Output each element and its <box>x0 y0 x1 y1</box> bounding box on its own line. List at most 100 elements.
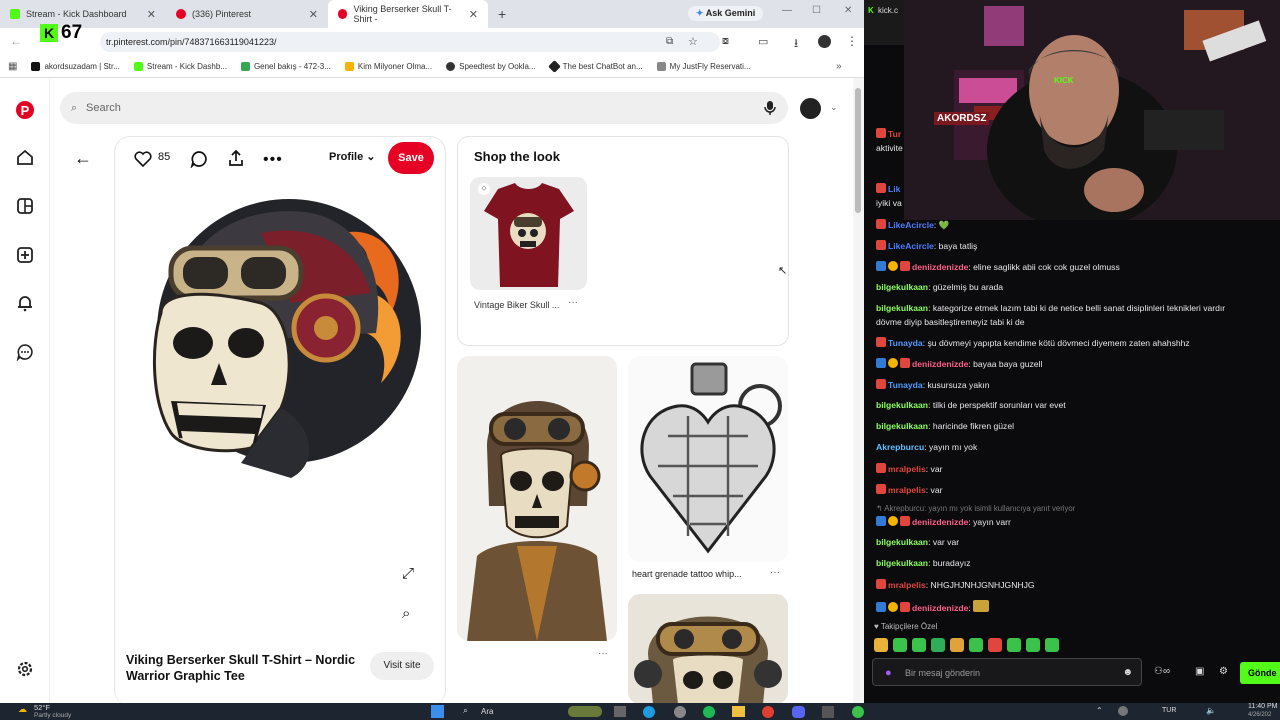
bookmark-item[interactable]: Kim Milyoner Olma... <box>344 62 432 71</box>
task-view-icon[interactable] <box>614 706 626 717</box>
bookmark-item[interactable]: Stream - Kick Dashb... <box>133 62 227 71</box>
messages-icon[interactable] <box>16 343 34 361</box>
app-icon[interactable] <box>674 706 686 718</box>
related-pin-skull-headphones[interactable] <box>628 594 788 703</box>
star-icon[interactable]: ☆ <box>688 35 698 48</box>
clock-time[interactable]: 11:40 PM <box>1248 703 1277 710</box>
chat-username[interactable]: Lik <box>888 184 900 194</box>
emote-icon[interactable] <box>1026 638 1040 652</box>
minimize-icon[interactable]: — <box>782 5 792 16</box>
related-pin-heart-grenade[interactable] <box>628 356 788 562</box>
search-input[interactable]: ⌕ Search <box>60 92 788 124</box>
app-icon[interactable] <box>822 706 834 718</box>
chat-username[interactable]: deniizdenizde <box>912 359 968 369</box>
url-field[interactable]: tr.pinterest.com/pin/748371663119041223/ <box>100 32 720 52</box>
emote-icon[interactable] <box>893 638 907 652</box>
emote-icon[interactable] <box>931 638 945 652</box>
emote-icon[interactable] <box>1045 638 1059 652</box>
home-icon[interactable] <box>16 148 34 166</box>
bookmark-item[interactable]: The best ChatBot an... <box>547 60 643 73</box>
file-explorer-icon[interactable] <box>732 706 745 717</box>
emote-icon[interactable] <box>988 638 1002 652</box>
emote-icon[interactable] <box>1007 638 1021 652</box>
more-options-icon[interactable]: ··· <box>770 567 780 578</box>
tray-icon[interactable] <box>1118 706 1128 716</box>
chat-username[interactable]: Tunayda <box>888 380 923 390</box>
chevron-up-icon[interactable]: ⌃ <box>1096 706 1103 715</box>
profile-dropdown[interactable]: Profile ⌄ <box>329 150 376 163</box>
visit-site-button[interactable]: Visit site <box>370 652 434 680</box>
chat-username[interactable]: bilgekulkaan <box>876 282 928 292</box>
store-icon[interactable]: ▣ <box>1195 666 1204 677</box>
chat-username[interactable]: bilgekulkaan <box>876 400 928 410</box>
send-message-button[interactable]: Gönde <box>1240 662 1280 684</box>
chrome-icon[interactable] <box>762 706 774 718</box>
settings-gear-icon[interactable]: ⚙ <box>1219 666 1228 677</box>
discord-icon[interactable] <box>792 706 805 718</box>
related-pin-skull-pilot[interactable] <box>457 356 617 641</box>
cast-icon[interactable]: ▭ <box>758 35 768 48</box>
back-icon[interactable]: ← <box>10 34 22 48</box>
pinterest-logo-icon[interactable]: P <box>15 100 35 120</box>
chat-username[interactable]: deniizdenizde <box>912 603 968 613</box>
chat-username[interactable]: deniizdenizde <box>912 517 968 527</box>
scrollbar-thumb[interactable] <box>855 88 861 213</box>
more-bookmarks-icon[interactable]: » <box>836 61 842 72</box>
microphone-icon[interactable] <box>764 100 776 116</box>
chat-username[interactable]: Tunayda <box>888 338 923 348</box>
tab-kick-dashboard[interactable]: Stream - Kick Dashboard ✕ <box>0 0 166 28</box>
product-image-tshirt[interactable]: ⬦ <box>470 177 587 290</box>
tab-pinterest[interactable]: (336) Pinterest ✕ <box>166 0 328 28</box>
chat-username[interactable]: deniizdenizde <box>912 262 968 272</box>
share-icon[interactable] <box>228 149 244 167</box>
chat-tools-icon[interactable]: ⚇∞ <box>1154 666 1170 677</box>
tab-viking-skull[interactable]: Viking Berserker Skull T-Shirt - ✕ <box>328 0 488 28</box>
close-icon[interactable]: ✕ <box>147 8 156 21</box>
menu-icon[interactable]: ⋮ <box>846 34 858 48</box>
chat-username[interactable]: mralpelis <box>888 580 926 590</box>
spotify-icon[interactable] <box>703 706 715 718</box>
more-options-icon[interactable]: ••• <box>263 151 283 169</box>
chat-username[interactable]: bilgekulkaan <box>876 537 928 547</box>
chat-username[interactable]: bilgekulkaan <box>876 421 928 431</box>
close-window-icon[interactable]: ✕ <box>844 5 852 16</box>
emoji-icon[interactable]: ☻ <box>1122 659 1133 687</box>
emote-icon[interactable] <box>950 638 964 652</box>
ask-gemini-button[interactable]: ✦ Ask Gemini <box>688 6 764 21</box>
explore-icon[interactable] <box>16 197 34 215</box>
new-tab-button[interactable]: + <box>488 6 516 22</box>
product-label[interactable]: Vintage Biker Skull ... <box>474 300 559 310</box>
more-options-icon[interactable]: ··· <box>568 297 578 308</box>
chat-username[interactable]: Akrepburcu <box>876 442 924 452</box>
chat-username[interactable]: bilgekulkaan <box>876 303 928 313</box>
apps-icon[interactable]: ▦ <box>8 61 17 72</box>
comment-icon[interactable] <box>190 150 208 168</box>
weather-temp[interactable]: 52°F <box>34 703 50 712</box>
profile-avatar[interactable] <box>818 35 831 48</box>
visual-search-icon[interactable]: ⌕ <box>402 605 410 622</box>
emote-icon[interactable] <box>874 638 888 652</box>
heart-icon[interactable] <box>134 151 152 167</box>
widget-icon[interactable] <box>568 706 602 717</box>
install-icon[interactable]: ⧉ <box>666 36 673 47</box>
maximize-icon[interactable]: ☐ <box>812 5 821 16</box>
download-icon[interactable]: ⭳ <box>794 34 798 55</box>
bookmark-item[interactable]: Genel bakış - 472-3... <box>240 62 331 71</box>
taskbar-search-label[interactable]: Ara <box>481 707 493 716</box>
bookmark-item[interactable]: akordsuzadam | Str... <box>31 62 120 71</box>
emote-icon[interactable] <box>969 638 983 652</box>
chat-username[interactable]: mralpelis <box>888 485 926 495</box>
volume-icon[interactable]: 🔈 <box>1206 706 1216 715</box>
expand-icon[interactable]: ⤢ <box>402 565 414 582</box>
close-icon[interactable]: ✕ <box>469 8 478 21</box>
emote-icon[interactable] <box>912 638 926 652</box>
app-icon[interactable] <box>852 706 864 718</box>
save-button[interactable]: Save <box>388 142 434 174</box>
extensions-icon[interactable]: ⧇ <box>722 35 729 48</box>
chat-username[interactable]: LikeAcircle <box>888 241 934 251</box>
chevron-down-icon[interactable]: ⌄ <box>830 102 838 113</box>
notifications-icon[interactable] <box>16 294 34 312</box>
bookmark-item[interactable]: Speedtest by Ookla... <box>446 62 536 71</box>
settings-gear-icon[interactable] <box>16 660 34 678</box>
windows-start-icon[interactable] <box>431 705 444 718</box>
